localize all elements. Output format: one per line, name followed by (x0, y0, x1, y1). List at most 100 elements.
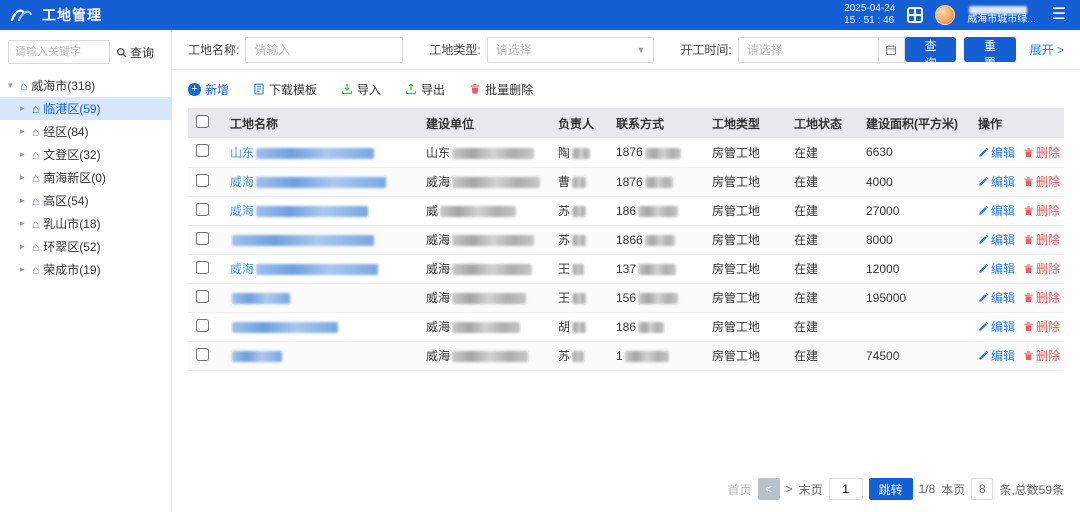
caret-right-icon[interactable]: ▸ (20, 195, 28, 206)
home-icon: ⌂ (32, 172, 39, 184)
filter-reset-button[interactable]: 重置 (964, 37, 1015, 62)
person-cell: 陶 (550, 138, 608, 167)
edit-label: 编辑 (991, 144, 1015, 161)
site-name-link[interactable]: 威海 (222, 196, 418, 225)
delete-label: 删除 (1036, 260, 1060, 277)
caret-down-icon[interactable]: ▾ (8, 80, 16, 91)
edit-action[interactable]: 编辑 (978, 289, 1015, 306)
calendar-icon[interactable] (878, 38, 904, 62)
expand-link[interactable]: 展开 > (1030, 41, 1064, 58)
delete-trash-icon (1023, 234, 1034, 245)
site-name-link[interactable] (222, 341, 418, 370)
site-name-link[interactable]: 山东 (222, 138, 418, 167)
next-page-button[interactable]: > (786, 482, 793, 496)
import-button[interactable]: 导入 (341, 81, 381, 98)
caret-right-icon[interactable]: ▸ (20, 241, 28, 252)
first-page-link[interactable]: 首页 (728, 481, 752, 498)
select-all-checkbox[interactable] (196, 115, 209, 128)
jump-button[interactable]: 跳转 (869, 478, 913, 500)
page-size-box[interactable]: 8 (971, 478, 993, 500)
tree-item[interactable]: ▸⌂乳山市(18) (0, 212, 171, 235)
filter-search-button[interactable]: 查询 (905, 37, 956, 62)
tree-item[interactable]: ▸⌂高区(54) (0, 189, 171, 212)
avatar[interactable] (935, 5, 955, 25)
caret-right-icon[interactable]: ▸ (20, 264, 28, 275)
page-jump-input[interactable] (829, 478, 863, 500)
keyword-input[interactable] (8, 40, 110, 64)
plus-circle-icon: + (188, 83, 201, 96)
add-button[interactable]: + 新增 (188, 81, 229, 98)
edit-action[interactable]: 编辑 (978, 260, 1015, 277)
tree-item[interactable]: ▸⌂临港区(59) (0, 97, 171, 120)
caret-right-icon[interactable]: ▸ (20, 218, 28, 229)
home-icon: ⌂ (32, 218, 39, 230)
row-select-checkbox[interactable] (196, 348, 209, 361)
row-select-checkbox[interactable] (196, 203, 209, 216)
home-icon: ⌂ (20, 80, 27, 92)
start-time-picker[interactable]: 请选择 (738, 37, 905, 63)
redacted-text (572, 235, 586, 246)
edit-action[interactable]: 编辑 (978, 231, 1015, 248)
edit-action[interactable]: 编辑 (978, 144, 1015, 161)
row-select-checkbox[interactable] (196, 144, 209, 157)
batch-delete-button[interactable]: 批量删除 (469, 81, 533, 98)
phone-cell: 1866 (608, 225, 704, 254)
row-select-checkbox[interactable] (196, 290, 209, 303)
delete-action[interactable]: 删除 (1023, 202, 1060, 219)
export-button[interactable]: 导出 (405, 81, 445, 98)
edit-action[interactable]: 编辑 (978, 202, 1015, 219)
redacted-text (645, 148, 681, 159)
edit-pencil-icon (978, 263, 989, 274)
caret-right-icon[interactable]: ▸ (20, 149, 28, 160)
site-name-link[interactable]: 威海 (222, 167, 418, 196)
redacted-text (638, 264, 676, 275)
site-status-cell: 在建 (786, 283, 858, 312)
tree-item[interactable]: ▸⌂荣成市(19) (0, 258, 171, 281)
caret-right-icon[interactable]: ▸ (20, 126, 28, 137)
delete-action[interactable]: 删除 (1023, 173, 1060, 190)
last-page-link[interactable]: 末页 (799, 481, 823, 498)
tree-item[interactable]: ▸⌂南海新区(0) (0, 166, 171, 189)
tree-item[interactable]: ▸⌂经区(84) (0, 120, 171, 143)
delete-action[interactable]: 删除 (1023, 144, 1060, 161)
date-text: 2025-04-24 (844, 3, 895, 15)
row-select-checkbox[interactable] (196, 261, 209, 274)
delete-action[interactable]: 删除 (1023, 318, 1060, 335)
total-label: 条,总数59条 (999, 481, 1064, 498)
unit-cell: 威海 (418, 167, 550, 196)
caret-right-icon[interactable]: ▸ (20, 172, 28, 183)
sidebar-search-button[interactable]: 查询 (116, 44, 154, 61)
phone-cell: 1876 (608, 167, 704, 196)
site-name-link[interactable] (222, 283, 418, 312)
export-icon (405, 83, 417, 95)
site-status-cell: 在建 (786, 312, 858, 341)
edit-action[interactable]: 编辑 (978, 173, 1015, 190)
delete-action[interactable]: 删除 (1023, 289, 1060, 306)
user-info: 威海市城市绿... (967, 6, 1035, 25)
person-cell: 王 (550, 283, 608, 312)
tree-root-weihai[interactable]: ▾ ⌂ 威海市(318) (0, 74, 171, 97)
prev-page-button[interactable]: < (758, 478, 780, 500)
caret-right-icon[interactable]: ▸ (20, 103, 28, 114)
tree-item[interactable]: ▸⌂环翠区(52) (0, 235, 171, 258)
site-name-link[interactable]: 威海 (222, 254, 418, 283)
edit-action[interactable]: 编辑 (978, 347, 1015, 364)
apps-grid-icon[interactable] (907, 7, 923, 23)
redacted-text (572, 322, 586, 333)
site-name-link[interactable] (222, 225, 418, 254)
download-template-button[interactable]: 下载模板 (253, 81, 317, 98)
tree-item[interactable]: ▸⌂文登区(32) (0, 143, 171, 166)
edit-action[interactable]: 编辑 (978, 318, 1015, 335)
delete-action[interactable]: 删除 (1023, 347, 1060, 364)
delete-action[interactable]: 删除 (1023, 231, 1060, 248)
site-name-link[interactable] (222, 312, 418, 341)
phone-cell: 1 (608, 341, 704, 370)
hamburger-menu-icon[interactable]: ☰ (1048, 7, 1070, 23)
row-select-checkbox[interactable] (196, 174, 209, 187)
site-name-input[interactable] (245, 37, 403, 63)
row-select-checkbox[interactable] (196, 232, 209, 245)
delete-action[interactable]: 删除 (1023, 260, 1060, 277)
row-select-checkbox[interactable] (196, 319, 209, 332)
site-type-select[interactable]: 请选择 ▼ (487, 37, 655, 63)
col-person: 负责人 (550, 108, 608, 138)
